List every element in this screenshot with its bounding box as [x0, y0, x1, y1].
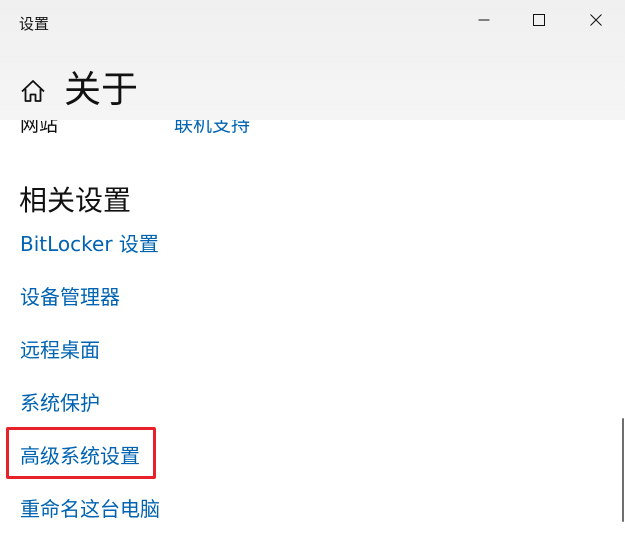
maximize-icon [533, 14, 545, 26]
minimize-icon [478, 19, 490, 21]
related-settings-heading: 相关设置 [19, 184, 132, 217]
page-title: 关于 [64, 68, 138, 111]
close-icon [590, 14, 602, 26]
bitlocker-settings-link[interactable]: BitLocker 设置 [20, 231, 159, 257]
advanced-system-settings-link[interactable]: 高级系统设置 [20, 443, 140, 469]
device-manager-link[interactable]: 设备管理器 [20, 284, 120, 310]
title-bar: 设置 关于 [0, 0, 625, 120]
home-icon[interactable] [19, 77, 47, 105]
system-protection-link[interactable]: 系统保护 [20, 390, 100, 416]
scrollbar-thumb[interactable] [622, 418, 624, 522]
app-title: 设置 [19, 15, 50, 33]
maximize-button[interactable] [527, 8, 551, 32]
settings-window: 网站 联机支持 相关设置 BitLocker 设置 设备管理器 远程桌面 系统保… [0, 0, 625, 560]
rename-pc-link[interactable]: 重命名这台电脑 [20, 496, 160, 522]
close-button[interactable] [584, 8, 608, 32]
minimize-button[interactable] [472, 8, 496, 32]
remote-desktop-link[interactable]: 远程桌面 [20, 337, 100, 363]
